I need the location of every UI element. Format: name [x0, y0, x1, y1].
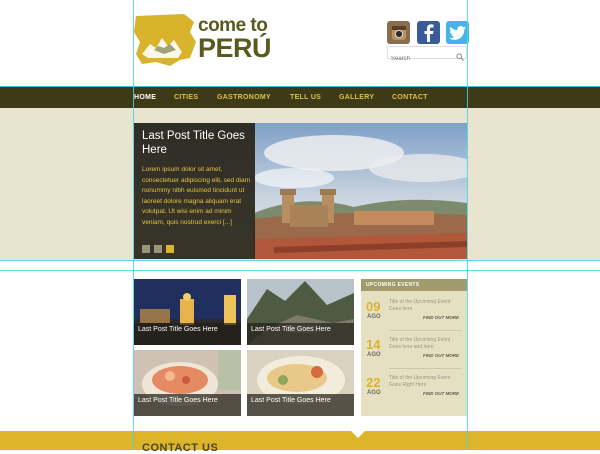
contact-notch-indicator — [351, 431, 365, 438]
featured-slider[interactable]: Last Post Title Goes Here Lorem ipsum do… — [134, 123, 467, 259]
find-out-more-link[interactable]: FIND OUT MORE — [423, 353, 459, 358]
event-title[interactable]: Title of the Upcoming Event Goes here an… — [389, 337, 463, 350]
layout-guide-header-bottom — [0, 86, 600, 87]
contact-bar — [0, 431, 600, 450]
site-header: come to PERÚ — [0, 0, 600, 86]
events-heading: UPCOMING EVENTS — [361, 279, 467, 291]
event-divider — [389, 368, 461, 369]
slider-dot-1[interactable] — [142, 245, 150, 253]
event-day: 09 — [366, 299, 381, 314]
slider-dot-2[interactable] — [154, 245, 162, 253]
find-out-more-link[interactable]: FIND OUT MORE — [423, 391, 459, 396]
featured-title[interactable]: Last Post Title Goes Here — [142, 129, 250, 157]
event-title[interactable]: Title of the Upcoming Event Goes here — [389, 299, 463, 312]
event-day: 14 — [366, 337, 381, 352]
post-card-2[interactable]: Last Post Title Goes Here — [247, 279, 354, 345]
nav-item-cities[interactable]: CITIES — [174, 94, 198, 101]
site-logo[interactable]: come to PERÚ — [134, 14, 284, 66]
layout-guide-content-top — [0, 270, 600, 271]
event-divider — [389, 330, 461, 331]
nav-item-tell-us[interactable]: TELL US — [290, 94, 321, 101]
contact-heading: CONTACT US — [142, 442, 219, 454]
nav-item-gastronomy[interactable]: GASTRONOMY — [217, 94, 271, 101]
nav-item-gallery[interactable]: GALLERY — [339, 94, 374, 101]
post-card-4[interactable]: Last Post Title Goes Here — [247, 350, 354, 416]
event-month: AGO — [367, 352, 381, 358]
post-card-3[interactable]: Last Post Title Goes Here — [134, 350, 241, 416]
featured-excerpt: Lorem ipsum dolor sit amet, consectetuer… — [142, 166, 251, 226]
layout-guide-slider-bottom — [0, 260, 600, 261]
facebook-icon[interactable] — [417, 21, 440, 44]
event-item: 22 AGO Title of the Upcoming Event Goes … — [361, 375, 467, 411]
event-item: 09 AGO Title of the Upcoming Event Goes … — [361, 299, 467, 335]
event-title[interactable]: Title of the Upcoming Event Goes Right H… — [389, 375, 463, 388]
featured-caption-panel: Last Post Title Goes Here Lorem ipsum do… — [134, 123, 255, 259]
search-box — [387, 46, 467, 65]
logo-text-peru: PERÚ — [198, 33, 272, 63]
peru-map-logo-icon — [134, 14, 196, 66]
search-icon[interactable] — [456, 48, 464, 66]
layout-guide-right — [467, 0, 468, 450]
upcoming-events-widget: UPCOMING EVENTS 09 AGO Title of the Upco… — [361, 279, 467, 416]
nav-item-contact[interactable]: CONTACT — [392, 94, 428, 101]
post-caption-4: Last Post Title Goes Here — [247, 394, 354, 416]
search-input[interactable] — [388, 53, 454, 65]
event-item: 14 AGO Title of the Upcoming Event Goes … — [361, 337, 467, 373]
slider-dot-3[interactable] — [166, 245, 174, 253]
post-caption-1: Last Post Title Goes Here — [134, 323, 241, 345]
nav-item-home[interactable]: HOME — [134, 94, 156, 101]
event-month: AGO — [367, 314, 381, 320]
event-month: AGO — [367, 390, 381, 396]
twitter-icon[interactable] — [446, 21, 469, 44]
layout-guide-left — [133, 0, 134, 450]
instagram-icon[interactable] — [387, 21, 410, 44]
post-caption-3: Last Post Title Goes Here — [134, 394, 241, 416]
post-card-1[interactable]: Last Post Title Goes Here — [134, 279, 241, 345]
main-nav: HOME CITIES GASTRONOMY TELL US GALLERY C… — [0, 86, 600, 108]
event-day: 22 — [366, 375, 381, 390]
post-caption-2: Last Post Title Goes Here — [247, 323, 354, 345]
find-out-more-link[interactable]: FIND OUT MORE — [423, 315, 459, 320]
